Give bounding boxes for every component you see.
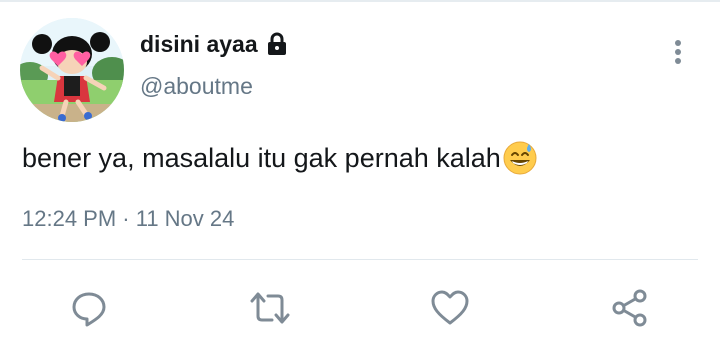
avatar-image	[20, 18, 124, 122]
share-icon	[612, 289, 647, 327]
tweet-timestamp[interactable]: 12:24 PM · 11 Nov 24	[22, 205, 234, 233]
lock-icon	[266, 32, 288, 56]
heart-icon	[431, 290, 469, 325]
display-name-row: disini ayaa	[140, 30, 288, 58]
more-vertical-icon	[675, 40, 681, 64]
display-name: disini ayaa	[140, 31, 258, 57]
retweet-button[interactable]	[248, 286, 292, 330]
grinning-sweat-emoji-icon	[502, 140, 538, 176]
more-options-button[interactable]	[666, 38, 690, 68]
avatar[interactable]	[20, 18, 124, 122]
comment-icon	[72, 292, 106, 327]
tweet-text-row: bener ya, masalalu itu gak pernah kalah	[22, 140, 538, 176]
share-button[interactable]	[608, 286, 652, 330]
tweet-text: bener ya, masalalu itu gak pernah kalah	[22, 143, 501, 173]
retweet-icon	[250, 292, 290, 324]
like-button[interactable]	[428, 286, 472, 330]
top-border	[0, 0, 720, 2]
divider	[22, 259, 698, 260]
user-handle[interactable]: @aboutme	[140, 72, 253, 100]
reply-button[interactable]	[67, 286, 111, 330]
